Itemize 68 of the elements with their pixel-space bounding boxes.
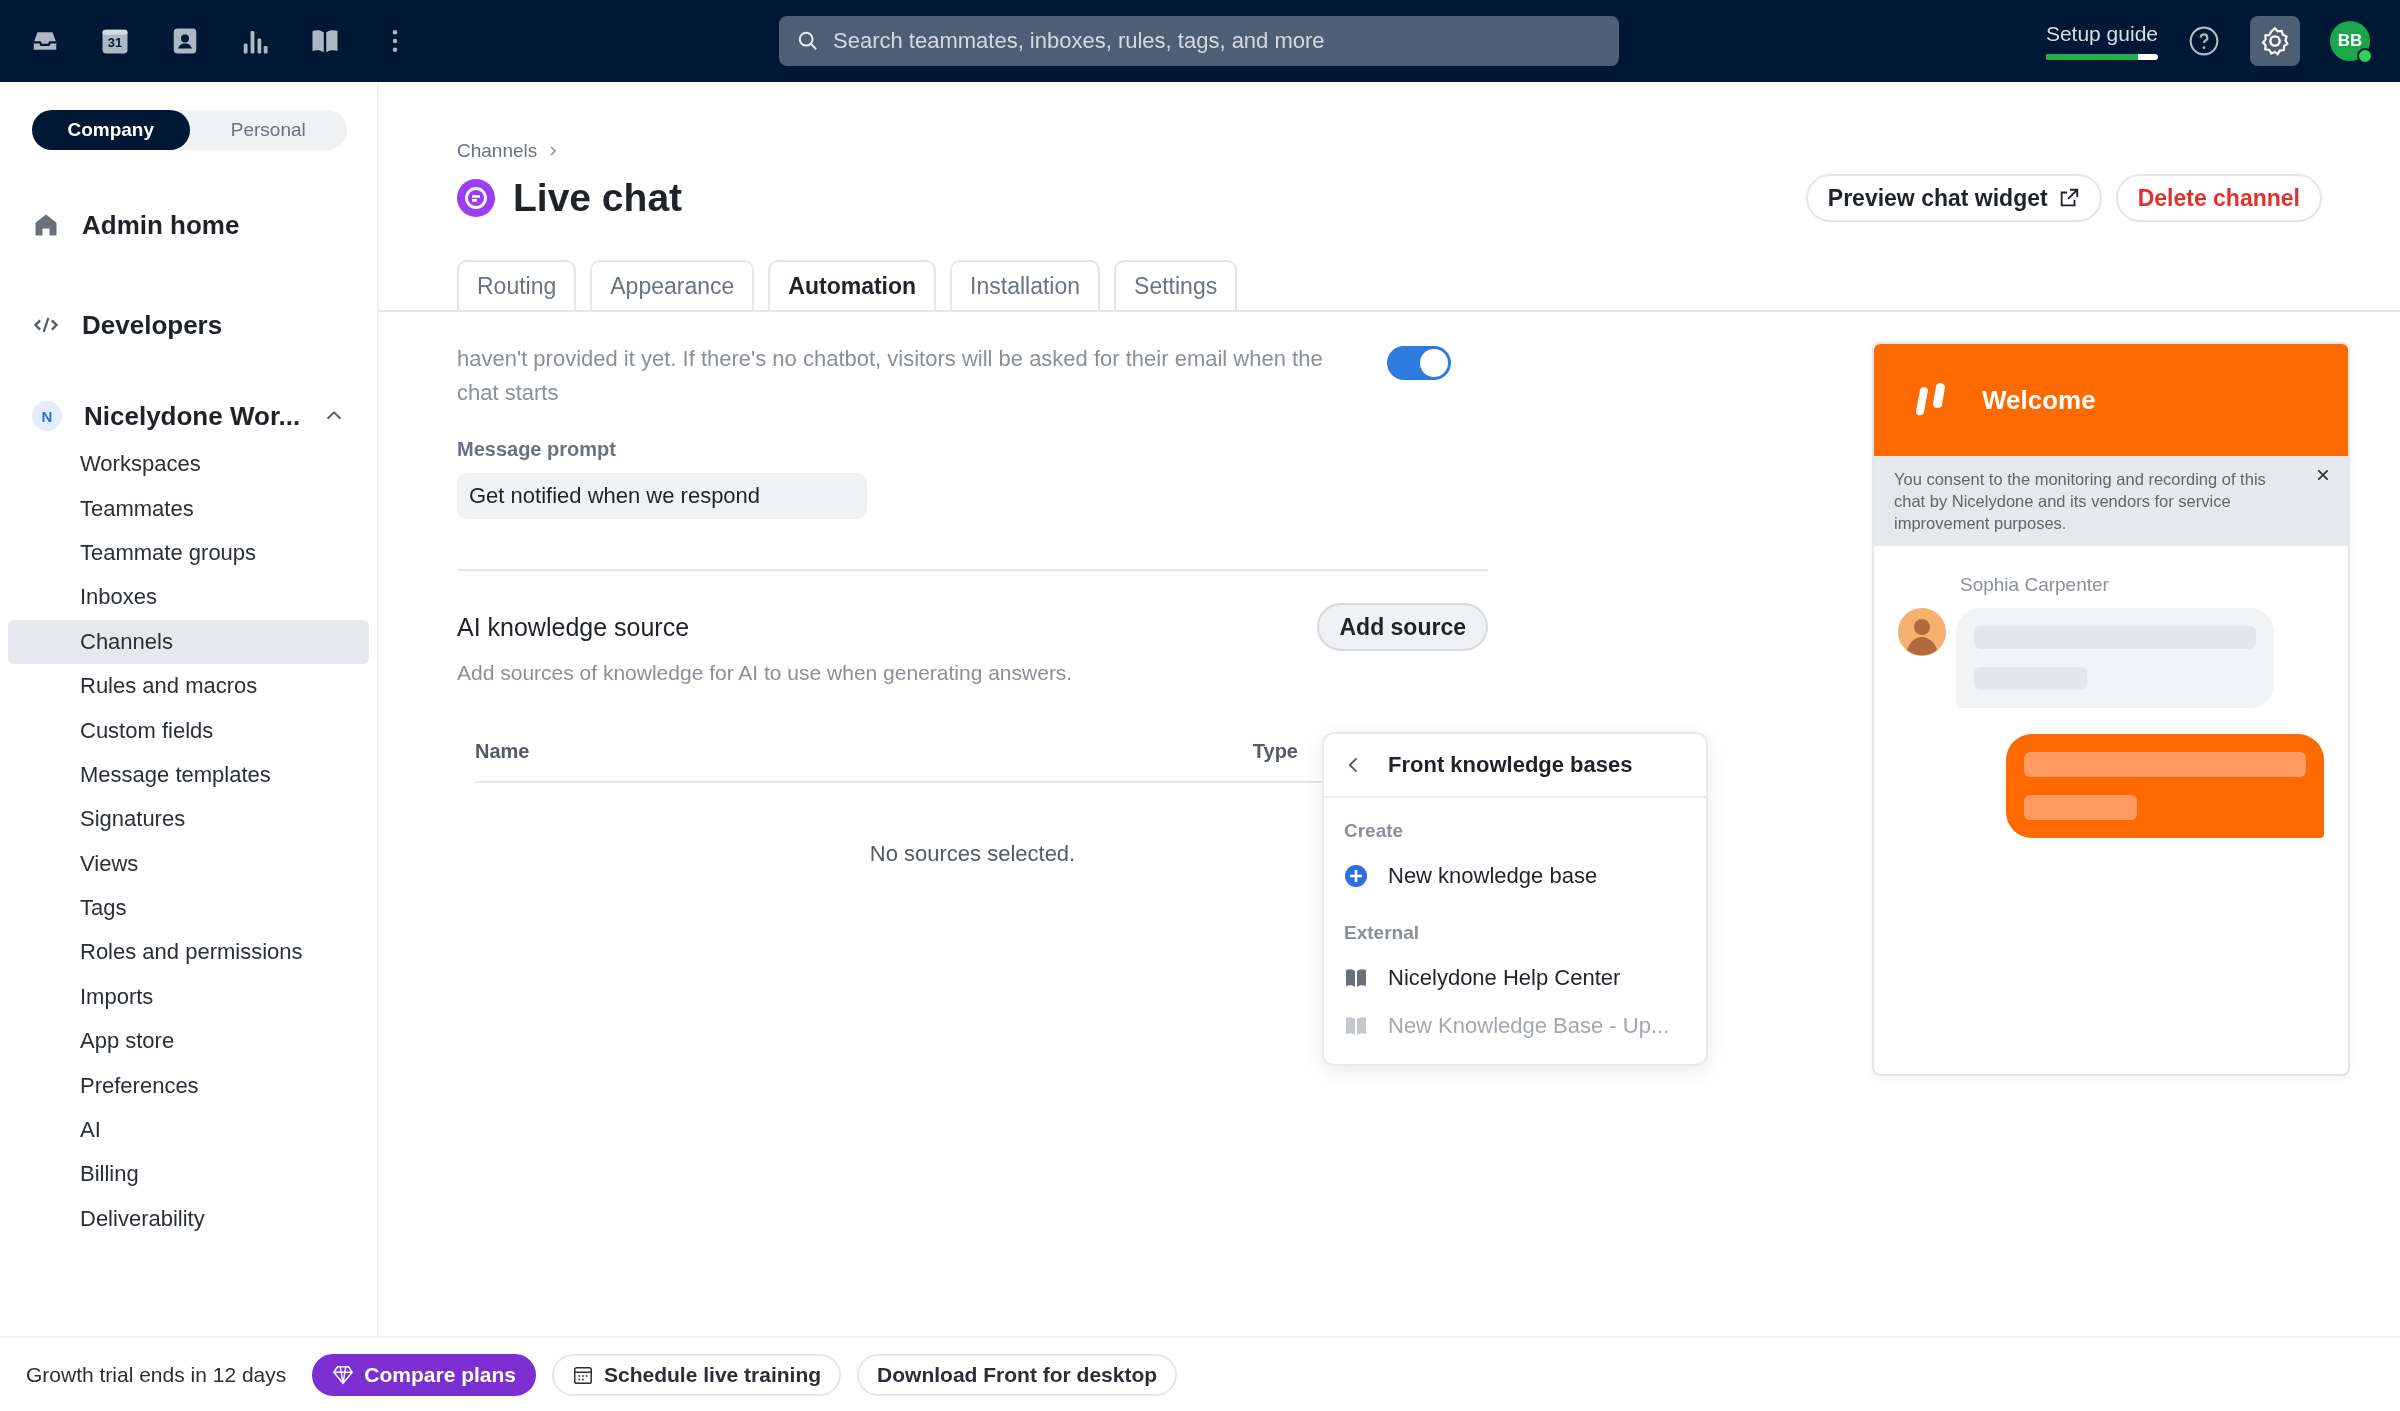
sidebar-item[interactable]: Tags <box>8 885 369 931</box>
help-icon[interactable] <box>2188 25 2220 57</box>
settings-icon <box>2259 25 2291 57</box>
column-header: Name <box>475 740 530 763</box>
preview-button[interactable]: Preview chat widget <box>1805 174 2102 222</box>
sidebar-heading[interactable]: Admin home <box>82 209 240 241</box>
sidebar-heading[interactable]: Developers <box>82 309 223 341</box>
consent-notice: You consent to the monitoring and recording of this chat by Nicelydone and its vendors for service improvement purposes. <box>1894 469 2267 534</box>
menu-item[interactable]: New knowledge base <box>1324 852 1706 900</box>
menu-group-label: Create <box>1343 819 1405 843</box>
sidebar-item[interactable]: Deliverability <box>8 1196 369 1242</box>
sidebar-item[interactable]: Inboxes <box>8 575 369 620</box>
sidebar-item[interactable]: Signatures <box>8 797 369 842</box>
field-label: Message prompt <box>457 438 617 461</box>
book-icon <box>1344 966 1368 990</box>
sidebar-item[interactable]: Teammates <box>8 486 369 531</box>
sidebar-item[interactable]: Custom fields <box>8 708 369 753</box>
sidebar-item[interactable]: Billing <box>8 1152 369 1197</box>
download-button[interactable]: Download Front for desktop <box>857 1353 1178 1396</box>
chat-icon <box>457 179 495 217</box>
toggle-switch[interactable] <box>1387 346 1451 380</box>
close-icon[interactable] <box>2316 468 2330 482</box>
agent-name: Sophia Carpenter <box>1960 574 2110 596</box>
add-source-button[interactable]: Add source <box>1317 603 1488 651</box>
section-title: AI knowledge source <box>457 612 691 642</box>
sidebar-item[interactable]: Rules and macros <box>8 663 369 709</box>
settings-button[interactable] <box>2250 16 2300 66</box>
sidebar-item[interactable]: Channels <box>8 619 369 664</box>
trial-notice: Growth trial ends in 12 days <box>26 1362 287 1387</box>
tab[interactable]: Settings <box>1114 260 1238 310</box>
delete-button[interactable]: Delete channel <box>2115 174 2322 222</box>
chat-header-title: Welcome <box>1982 384 2096 416</box>
page-title: Live chat <box>513 176 683 220</box>
sidebar-item[interactable]: Preferences <box>8 1063 369 1108</box>
workspace-badge: N <box>32 401 62 431</box>
schedule-button[interactable]: Schedule live training <box>552 1353 842 1396</box>
avatar-icon <box>1898 608 1946 656</box>
compare-plans-button[interactable]: Compare plans <box>312 1353 536 1396</box>
plus-icon <box>1344 864 1368 888</box>
sidebar-item[interactable]: App store <box>8 1019 369 1064</box>
breadcrumb-link[interactable]: Channels <box>457 140 538 162</box>
sidebar-item[interactable]: Workspaces <box>8 442 369 487</box>
input-field[interactable]: Get notified when we respond <box>457 473 867 519</box>
sidebar-item[interactable]: Views <box>8 841 369 886</box>
menu-title: Front knowledge bases <box>1388 752 1633 778</box>
menu-group-label: External <box>1343 921 1420 945</box>
sidebar-item[interactable]: Teammate groups <box>8 530 369 576</box>
diamond-icon <box>332 1363 355 1386</box>
sidebar-item[interactable]: Imports <box>8 974 369 1020</box>
book-icon <box>1344 1014 1368 1038</box>
menu-item[interactable]: Nicelydone Help Center <box>1324 954 1706 1002</box>
sidebar-item[interactable]: Message templates <box>8 752 369 798</box>
sidebar-item[interactable]: AI <box>8 1107 369 1153</box>
tab[interactable]: Automation <box>768 260 937 310</box>
empty-message: No sources selected. <box>869 841 1076 867</box>
tab[interactable]: Installation <box>950 260 1101 310</box>
scope-tab[interactable]: Personal <box>189 110 347 150</box>
search-field[interactable]: Search teammates, inboxes, rules, tags, and more <box>779 16 1619 66</box>
scope-tab[interactable]: Company <box>32 110 190 150</box>
tab[interactable]: Routing <box>457 260 577 310</box>
workspace-name[interactable]: Nicelydone Wor... <box>84 400 301 432</box>
sidebar-item[interactable]: Roles and permissions <box>8 930 369 975</box>
setup-guide-link[interactable]: Setup guide <box>2045 22 2158 46</box>
section-subtitle: Add sources of knowledge for AI to use when generating answers. <box>457 661 1074 685</box>
column-header: Type <box>1252 740 1298 763</box>
tab[interactable]: Appearance <box>590 260 755 310</box>
search-icon <box>797 30 819 52</box>
setting-description: haven't provided it yet. If there's no chatbot, visitors will be asked for their email when the chat starts <box>457 345 1324 407</box>
